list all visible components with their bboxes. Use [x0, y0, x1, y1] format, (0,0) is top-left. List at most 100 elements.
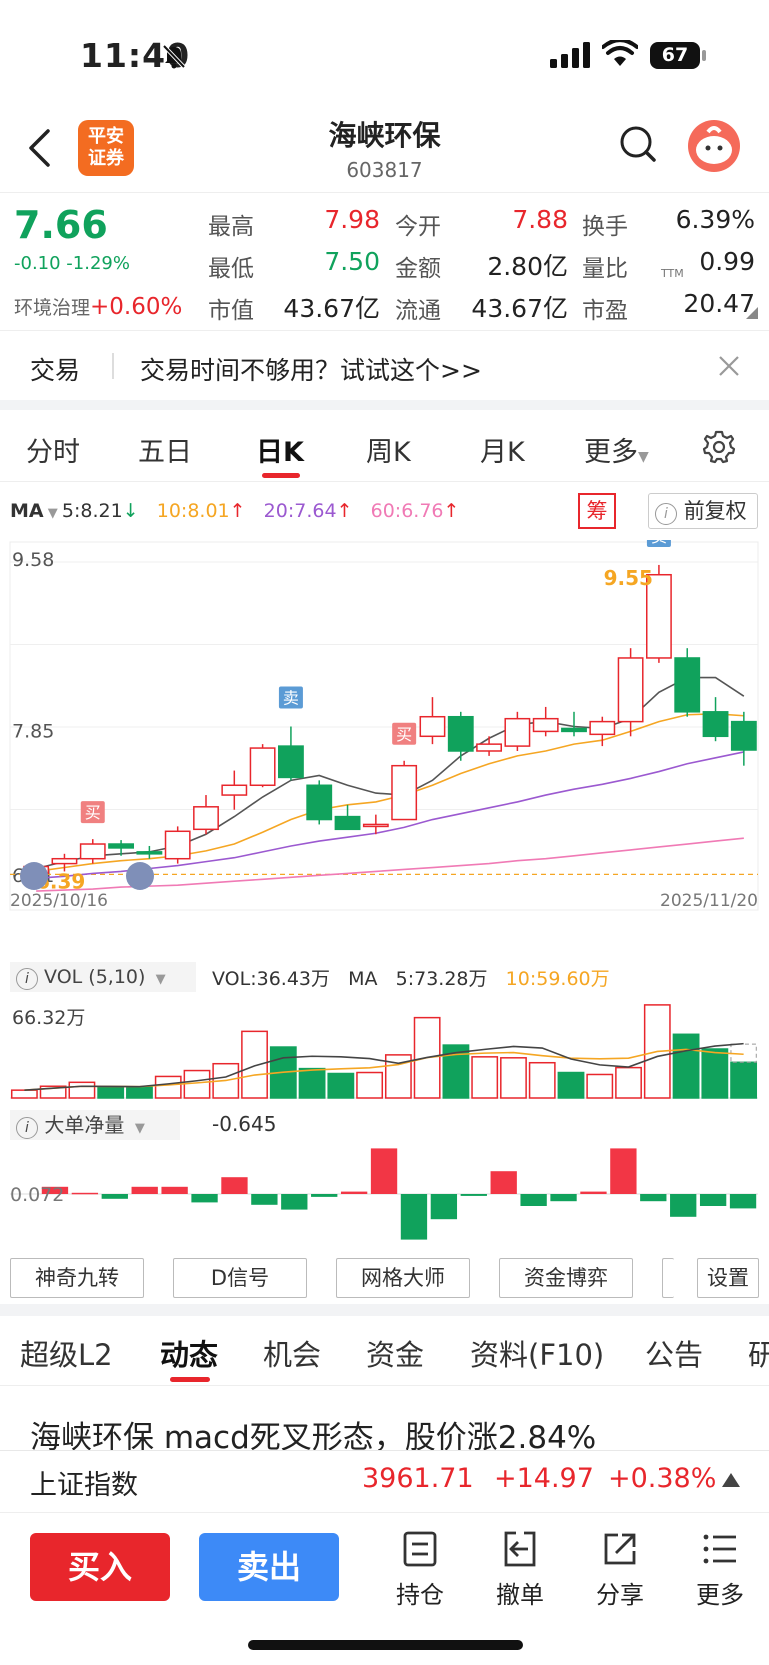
- volume-bar: [126, 1086, 153, 1099]
- wifi-icon: [602, 40, 638, 66]
- stock-header: 平安 证券 海峡环保 603817: [0, 110, 769, 192]
- candle-body: [334, 815, 361, 831]
- candle-body: [108, 843, 134, 849]
- tab-research[interactable]: 研: [748, 1332, 769, 1374]
- candle-body: [391, 764, 418, 821]
- buy-button[interactable]: 买入: [30, 1533, 170, 1601]
- volume-bar: [615, 1066, 642, 1099]
- tab-month-k[interactable]: 月K: [480, 430, 525, 469]
- volume-bar: [97, 1086, 125, 1099]
- volume-indicator-selector[interactable]: i VOL (5,10) ▼: [10, 962, 196, 992]
- magic-nine-button[interactable]: 神奇九转: [10, 1258, 144, 1298]
- tab-five-day[interactable]: 五日: [138, 430, 192, 469]
- index-value: 3961.71: [362, 1463, 474, 1494]
- bigorder-indicator-selector[interactable]: i 大单净量 ▼: [10, 1110, 180, 1140]
- index-bar[interactable]: 上证指数 3961.71 +14.97 +0.38%: [0, 1450, 769, 1510]
- search-icon[interactable]: [618, 124, 658, 164]
- bigorder-bar: [430, 1194, 458, 1220]
- quote-field-value: 7.50: [324, 247, 380, 276]
- tab-capital[interactable]: 资金: [366, 1332, 424, 1374]
- bigorder-chart[interactable]: 0.072: [0, 1142, 769, 1247]
- gear-icon[interactable]: [702, 430, 736, 464]
- price-change: -0.10 -1.29%: [14, 253, 130, 274]
- more-indicator-chip[interactable]: [662, 1258, 674, 1298]
- volume-chart[interactable]: 66.32万: [0, 994, 769, 1100]
- ma-dropdown-icon[interactable]: ▼: [44, 506, 62, 521]
- cancel-order-label: 撤单: [496, 1581, 544, 1609]
- candlestick-chart[interactable]: 9.587.856.21买卖买卖9.556.392025/10/162025/1…: [0, 540, 769, 960]
- sell-button[interactable]: 卖出: [199, 1533, 339, 1601]
- adjust-mode-label: 前复权: [683, 499, 747, 523]
- candle-body: [730, 720, 757, 751]
- ma60-value: 60:6.76: [370, 500, 444, 522]
- candle-body: [617, 657, 644, 723]
- tab-more[interactable]: 更多▼: [584, 430, 649, 469]
- bigorder-bar: [460, 1194, 487, 1196]
- quote-field-value: 7.88: [512, 205, 568, 234]
- candle-body: [51, 857, 78, 865]
- adjust-mode-button[interactable]: i 前复权: [648, 493, 758, 529]
- index-pct: +0.38%: [608, 1463, 717, 1494]
- candle-body: [79, 843, 106, 860]
- max-price-marker: 9.55: [604, 566, 653, 590]
- ma10-up-arrow-icon: ↑: [229, 500, 246, 522]
- quote-field-label: 市值: [208, 298, 254, 324]
- caret-down-icon: ▼: [151, 972, 166, 987]
- pe-suffix: TTM: [661, 267, 684, 280]
- status-bar: 11:40 67: [0, 0, 769, 110]
- holdings-icon: [403, 1531, 437, 1567]
- sector-tag[interactable]: 环境治理+0.60%: [14, 293, 182, 320]
- tab-dynamic[interactable]: 动态: [160, 1332, 218, 1374]
- bigorder-value: -0.645: [212, 1112, 277, 1136]
- tab-super-l2[interactable]: 超级L2: [20, 1332, 113, 1374]
- ma10-line: [36, 712, 744, 873]
- indicator-button-row: 神奇九转 D信号 网格大师 资金博弈 设置: [0, 1254, 769, 1302]
- bigorder-bar: [161, 1186, 188, 1194]
- bell-muted-icon: [162, 44, 186, 69]
- expand-corner-icon[interactable]: [746, 307, 758, 319]
- tab-active-indicator: [262, 473, 300, 478]
- last-price: 7.66: [14, 203, 108, 247]
- ma5-down-arrow-icon: ↓: [122, 500, 139, 522]
- bigorder-bar: [490, 1171, 517, 1194]
- notice-text[interactable]: 交易时间不够用？试试这个>>: [140, 351, 482, 387]
- holdings-button[interactable]: 持仓: [380, 1529, 460, 1610]
- bigorder-bar: [370, 1148, 398, 1194]
- volume-bar: [730, 1061, 758, 1099]
- assistant-avatar-icon[interactable]: [688, 120, 740, 172]
- quote-field-value: 20.47: [683, 289, 755, 318]
- tab-day-k[interactable]: 日K: [256, 430, 304, 469]
- tab-announcement[interactable]: 公告: [645, 1332, 703, 1374]
- section-gap: [0, 1304, 769, 1316]
- cancel-order-button[interactable]: 撤单: [480, 1529, 560, 1610]
- index-change: +14.97: [494, 1463, 594, 1494]
- tab-f10[interactable]: 资料(F10): [470, 1332, 604, 1374]
- indicator-settings-button[interactable]: 设置: [697, 1258, 759, 1298]
- candle-body: [221, 784, 248, 796]
- share-icon: [604, 1533, 636, 1565]
- tab-week-k[interactable]: 周K: [366, 430, 411, 469]
- d-signal-button[interactable]: D信号: [173, 1258, 307, 1298]
- bigorder-bar: [520, 1194, 547, 1206]
- bigorder-y-label: 0.072: [10, 1184, 64, 1206]
- info-icon: i: [655, 503, 677, 525]
- caret-up-icon[interactable]: [722, 1473, 740, 1487]
- notice-divider: [112, 353, 114, 379]
- close-icon[interactable]: [718, 355, 740, 377]
- home-indicator: [248, 1640, 523, 1650]
- bigorder-bar: [610, 1148, 637, 1194]
- tab-fenshi[interactable]: 分时: [26, 430, 80, 469]
- bigorder-title: 大单净量: [44, 1113, 125, 1137]
- more-button[interactable]: 更多: [680, 1529, 760, 1610]
- notice-bar[interactable]: 交易 交易时间不够用？试试这个>>: [0, 330, 769, 400]
- capital-game-button[interactable]: 资金博弈: [499, 1258, 633, 1298]
- y-tick-label: 9.58: [12, 549, 54, 571]
- share-button[interactable]: 分享: [580, 1529, 660, 1610]
- caret-down-icon: ▼: [130, 1121, 145, 1136]
- grid-master-button[interactable]: 网格大师: [336, 1258, 470, 1298]
- chip-distribution-button[interactable]: 筹: [578, 493, 616, 529]
- tab-opportunity[interactable]: 机会: [263, 1332, 321, 1374]
- bigorder-bar: [550, 1194, 577, 1202]
- volume-bar: [528, 1061, 556, 1099]
- ma-label[interactable]: MA: [10, 500, 44, 522]
